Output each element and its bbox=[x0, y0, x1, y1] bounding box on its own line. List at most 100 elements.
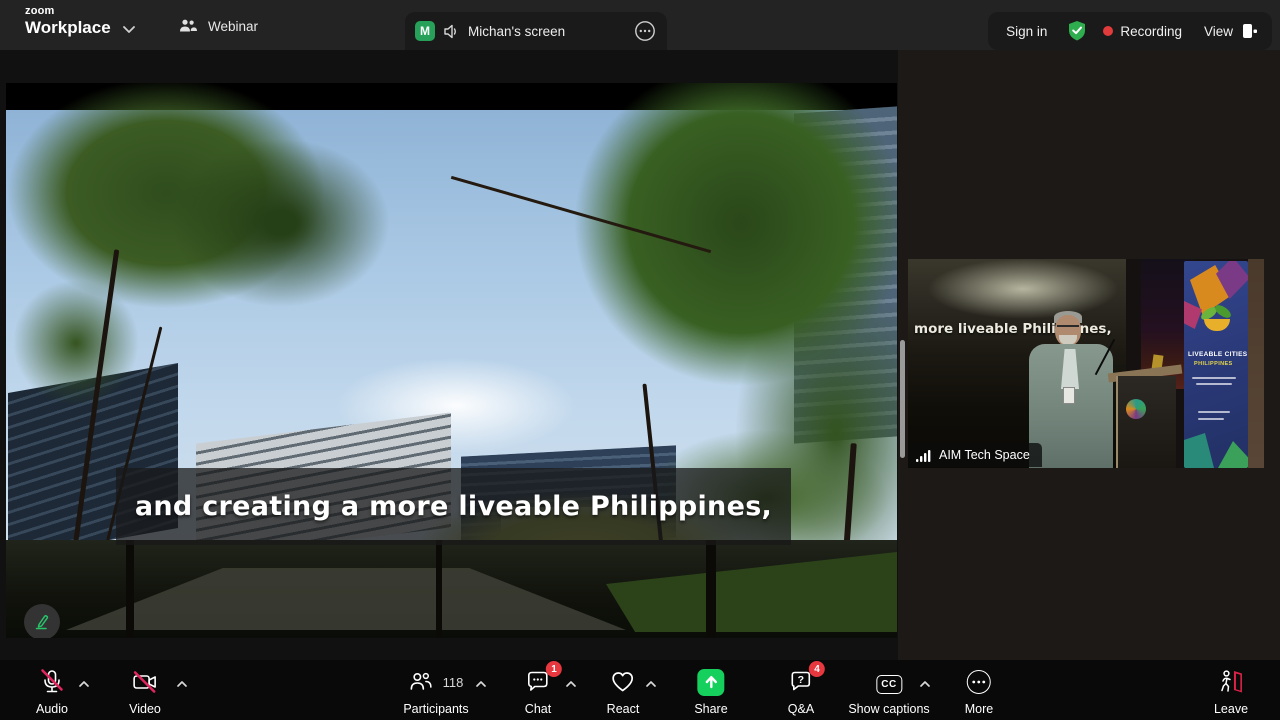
share-button[interactable]: Share bbox=[694, 668, 727, 716]
recording-label: Recording bbox=[1120, 24, 1182, 39]
chevron-up-icon bbox=[475, 680, 487, 688]
tile-event-banner: LIVEABLE CITIES PHILIPPINES bbox=[1184, 261, 1248, 468]
banner-leaf-logo bbox=[1213, 303, 1233, 321]
video-sidebar: more liveable Philippines, bbox=[898, 50, 1280, 660]
chevron-up-icon bbox=[919, 680, 931, 688]
captions-options-chevron[interactable] bbox=[919, 676, 931, 691]
banner-text-bar bbox=[1196, 383, 1232, 385]
tile-screen-caption: more liveable Philippines, bbox=[914, 321, 1112, 337]
zoom-workplace-logo[interactable]: zoom Workplace bbox=[25, 6, 111, 36]
meeting-stage: and creating a more liveable Philippines… bbox=[0, 50, 1280, 660]
view-button[interactable]: View bbox=[1198, 22, 1258, 40]
tile-lectern-logo bbox=[1126, 399, 1146, 419]
screen-share-tab-label: Michan's screen bbox=[468, 24, 625, 39]
tile-screen-highlight bbox=[928, 259, 1118, 319]
speaker-video-tile[interactable]: more liveable Philippines, bbox=[908, 259, 1264, 468]
video-button[interactable]: Video bbox=[129, 668, 161, 716]
svg-text:?: ? bbox=[798, 674, 804, 686]
ellipsis-circle-icon bbox=[634, 20, 656, 42]
speaker-name-text: AIM Tech Space bbox=[939, 448, 1030, 462]
banner-text-bar bbox=[1192, 377, 1236, 379]
tile-wall bbox=[1248, 259, 1264, 468]
video-caption-text: and creating a more liveable Philippines… bbox=[135, 491, 772, 522]
speaker-glasses bbox=[1057, 325, 1079, 327]
recording-dot-icon bbox=[1103, 26, 1113, 36]
chat-badge: 1 bbox=[546, 661, 562, 677]
participants-options-chevron[interactable] bbox=[475, 676, 487, 691]
video-lawn bbox=[606, 552, 897, 632]
tab-webinar[interactable]: Webinar bbox=[168, 10, 268, 42]
chevron-up-icon bbox=[565, 680, 577, 688]
view-layout-icon bbox=[1240, 22, 1258, 40]
topbar-right-cluster: Sign in Recording View bbox=[988, 12, 1272, 50]
participants-label: Participants bbox=[403, 702, 468, 716]
chat-options-chevron[interactable] bbox=[565, 676, 577, 691]
heart-icon bbox=[610, 670, 636, 694]
banner-subtitle: PHILIPPINES bbox=[1194, 361, 1233, 367]
tile-lectern bbox=[1116, 376, 1176, 468]
bottom-toolbar: Audio Video bbox=[0, 660, 1280, 720]
video-ground bbox=[6, 540, 897, 638]
tab-more-button[interactable] bbox=[633, 19, 657, 43]
react-button[interactable]: React bbox=[607, 668, 640, 716]
chevron-up-icon bbox=[645, 680, 657, 688]
closed-captions-icon: CC bbox=[876, 675, 902, 694]
logo-zoom-text: zoom bbox=[25, 6, 111, 17]
leave-label: Leave bbox=[1214, 702, 1248, 716]
top-bar: zoom Workplace Webinar M Michan's screen bbox=[0, 0, 1280, 50]
share-label: Share bbox=[694, 702, 727, 716]
react-options-chevron[interactable] bbox=[645, 676, 657, 691]
leave-door-icon bbox=[1217, 669, 1245, 695]
camera-off-icon bbox=[130, 668, 160, 696]
participants-button[interactable]: 118 Participants bbox=[403, 668, 468, 716]
more-button[interactable]: More bbox=[965, 668, 993, 716]
microphone-muted-icon bbox=[39, 668, 65, 696]
connection-bars-icon bbox=[916, 449, 932, 462]
tab-michans-screen[interactable]: M Michan's screen bbox=[405, 12, 667, 50]
video-silhouette bbox=[436, 540, 442, 638]
video-foliage bbox=[126, 103, 436, 343]
video-options-chevron[interactable] bbox=[176, 676, 188, 691]
audio-button[interactable]: Audio bbox=[36, 668, 68, 716]
leave-button[interactable]: Leave bbox=[1214, 668, 1248, 716]
qa-label: Q&A bbox=[788, 702, 814, 716]
chat-label: Chat bbox=[525, 702, 551, 716]
avatar: M bbox=[415, 21, 435, 41]
more-ellipsis-icon bbox=[967, 670, 991, 694]
speaker-id-badge bbox=[1063, 387, 1075, 404]
qa-button[interactable]: ? 4 Q&A bbox=[788, 668, 814, 716]
audio-options-chevron[interactable] bbox=[78, 676, 90, 691]
security-shield-icon[interactable] bbox=[1067, 20, 1087, 42]
logo-workplace-text: Workplace bbox=[25, 19, 111, 36]
show-captions-label: Show captions bbox=[848, 702, 929, 716]
show-captions-button[interactable]: CC Show captions bbox=[848, 668, 929, 716]
chevron-up-icon bbox=[176, 680, 188, 688]
video-caption-band: and creating a more liveable Philippines… bbox=[116, 468, 791, 545]
speaker-name-label: AIM Tech Space bbox=[908, 443, 1042, 467]
view-label: View bbox=[1204, 24, 1233, 39]
chevron-up-icon bbox=[78, 680, 90, 688]
sidebar-resize-handle[interactable] bbox=[900, 340, 905, 458]
speaker-audio-icon bbox=[443, 24, 460, 39]
webinar-people-icon bbox=[178, 18, 199, 35]
participants-count: 118 bbox=[443, 675, 464, 690]
banner-title: LIVEABLE CITIES bbox=[1188, 351, 1247, 358]
banner-hand-logo bbox=[1204, 319, 1230, 331]
banner-text-bar bbox=[1198, 411, 1230, 413]
sign-in-button[interactable]: Sign in bbox=[1002, 24, 1051, 39]
video-label: Video bbox=[129, 702, 161, 716]
recording-indicator[interactable]: Recording bbox=[1103, 24, 1182, 39]
banner-text-bar bbox=[1198, 418, 1224, 420]
chat-button[interactable]: 1 Chat bbox=[525, 668, 551, 716]
banner-shape bbox=[1218, 441, 1248, 468]
workspace-chevron-down-icon[interactable] bbox=[122, 24, 136, 34]
webinar-tab-label: Webinar bbox=[208, 19, 258, 34]
banner-shape bbox=[1184, 433, 1214, 468]
zoom-app-window: zoom Workplace Webinar M Michan's screen bbox=[0, 0, 1280, 720]
video-silhouette bbox=[126, 540, 134, 638]
annotate-button[interactable] bbox=[24, 604, 60, 638]
more-label: More bbox=[965, 702, 993, 716]
react-label: React bbox=[607, 702, 640, 716]
shared-screen-video[interactable]: and creating a more liveable Philippines… bbox=[6, 83, 897, 638]
video-path bbox=[66, 568, 626, 630]
